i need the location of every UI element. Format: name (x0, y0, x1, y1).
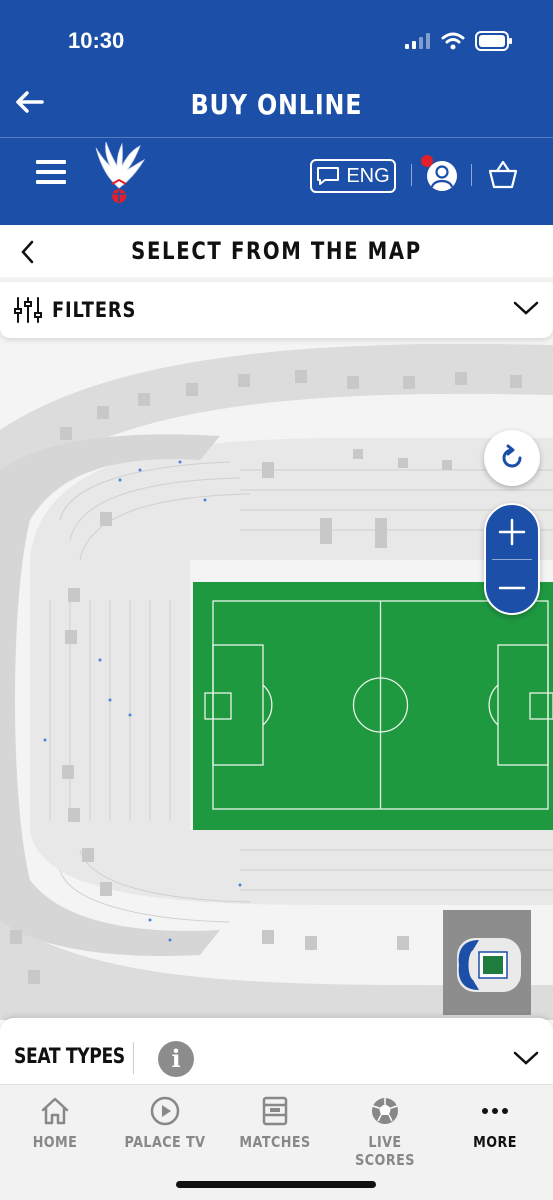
pitch (193, 582, 553, 830)
title-bar: BUY ONLINE (0, 76, 553, 132)
chevron-down-icon[interactable] (513, 298, 539, 318)
zoom-in-button[interactable] (486, 505, 538, 559)
club-logo[interactable] (92, 140, 147, 210)
tab-label: MORE (473, 1133, 517, 1151)
page-title: SELECT FROM THE MAP (131, 237, 422, 265)
zoom-out-button[interactable] (486, 561, 538, 615)
football-icon (372, 1098, 398, 1124)
seat-types-divider (133, 1042, 134, 1074)
info-icon[interactable]: i (158, 1041, 194, 1077)
play-icon (150, 1096, 180, 1126)
stadium-plan[interactable] (0, 277, 553, 1020)
home-indicator (176, 1181, 376, 1188)
home-icon (41, 1097, 69, 1125)
language-label: ENG (346, 164, 390, 187)
status-time: 10:30 (68, 28, 125, 53)
chevron-left-icon[interactable] (18, 239, 38, 265)
filters-label: FILTERS (52, 298, 137, 322)
tab-label: PALACE TV (124, 1133, 206, 1151)
menu-button[interactable] (36, 160, 66, 186)
page-title-bar: SELECT FROM THE MAP (0, 225, 553, 277)
more-icon (482, 1108, 508, 1114)
tab-matches[interactable]: MATCHES (220, 1095, 330, 1155)
stadium-map[interactable] (0, 277, 553, 1020)
tab-palace-tv[interactable]: PALACE TV (110, 1095, 220, 1155)
seat-types-panel[interactable]: SEAT TYPES i (0, 1018, 553, 1084)
seat-types-label: SEAT TYPES (14, 1044, 125, 1068)
zoom-divider (492, 559, 532, 560)
tab-label: LIVE SCORES (355, 1133, 415, 1169)
signal-icon (405, 33, 430, 49)
page-header-title: BUY ONLINE (190, 88, 363, 121)
status-icons (405, 30, 513, 52)
tab-label: HOME (32, 1133, 78, 1151)
tab-home[interactable]: HOME (0, 1095, 110, 1155)
chat-bubble-icon (317, 167, 340, 185)
notification-dot (421, 155, 433, 167)
nav-divider (471, 164, 472, 186)
calendar-icon (262, 1096, 288, 1126)
tab-label: MATCHES (239, 1133, 311, 1151)
tab-more[interactable]: MORE (440, 1095, 550, 1155)
language-button[interactable]: ENG (310, 159, 396, 193)
zoom-control (484, 503, 540, 615)
club-nav-bar: ENG (0, 140, 553, 225)
battery-icon (475, 31, 512, 51)
nav-divider (411, 164, 412, 186)
reset-view-button[interactable] (484, 430, 540, 486)
header-divider (0, 137, 553, 138)
minimap-stadium (443, 910, 531, 1015)
basket-icon[interactable] (487, 160, 519, 190)
chevron-down-icon[interactable] (513, 1048, 539, 1068)
sliders-icon (14, 297, 42, 323)
filters-bar[interactable]: FILTERS (0, 282, 553, 338)
minus-icon (498, 586, 526, 590)
map-overview[interactable] (443, 910, 531, 1015)
wifi-icon (441, 32, 465, 50)
tab-live-scores[interactable]: LIVE SCORES (330, 1095, 440, 1169)
plus-icon (498, 518, 526, 546)
refresh-icon (502, 444, 522, 468)
